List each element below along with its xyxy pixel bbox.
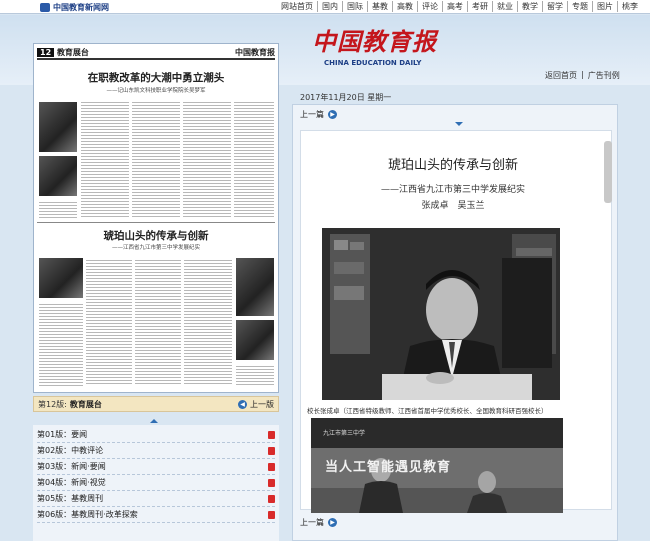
preview-photo-5: [236, 320, 274, 360]
page-list-item[interactable]: 第02版：中教评论: [37, 443, 275, 459]
header-links: 返回首页 | 广告刊例: [545, 70, 620, 81]
page-list-item[interactable]: 第03版：新闻·要闻: [37, 459, 275, 475]
article-authors: 张成卓 吴玉兰: [421, 201, 485, 211]
issue-date: 2017年11月20日 星期一: [300, 93, 392, 102]
nav-item[interactable]: 桃李: [617, 1, 642, 12]
nav-item[interactable]: 基教: [367, 1, 392, 12]
preview-text-block: [132, 100, 180, 218]
principal-photo: [322, 228, 560, 400]
event-logo-text: 九江市第三中学: [323, 430, 366, 437]
ads-link[interactable]: 广告刊例: [588, 70, 620, 81]
nav-item[interactable]: 留学: [542, 1, 567, 12]
pdf-icon[interactable]: [268, 430, 275, 439]
arrow-right-icon: ▶: [328, 518, 337, 527]
newspaper-page-header: 12 教育展台 中国教育报: [37, 46, 275, 60]
preview-text-block: [234, 100, 274, 218]
preview-text-block: [81, 100, 129, 218]
preview-text-block: [39, 302, 83, 386]
preview-subhead-2: ——江西省九江市第三中学发展纪实: [111, 245, 200, 251]
top-nav-bar: 中国教育新闻网 网站首页 国内 国际 基教 高教 评论 高考 考研 就业 教学 留学 专题 图片 桃李: [0, 0, 650, 14]
preview-headline-2[interactable]: 琥珀山头的传承与创新: [37, 228, 275, 243]
site-name: 中国教育新闻网: [53, 1, 109, 12]
nav-item[interactable]: 评论: [417, 1, 442, 12]
current-page-bar: 第12版: 教育展台 ◀ 上一版: [33, 396, 279, 412]
page-list-item[interactable]: 第05版：基教周刊: [37, 491, 275, 507]
preview-text-block: [236, 364, 274, 386]
nav-item[interactable]: 国际: [342, 1, 367, 12]
preview-headline-1[interactable]: 在职教改革的大潮中勇立潮头: [37, 70, 275, 85]
page-number-label: 12 教育展台: [37, 47, 89, 58]
page-list-label: 第04版：新闻·视觉: [37, 478, 106, 487]
preview-text-block: [184, 258, 232, 386]
event-banner-text: 当人工智能遇见教育: [325, 460, 452, 475]
principal-photo-image: [322, 228, 560, 400]
event-photo: 九江市第三中学 当人工智能遇见教育: [311, 418, 563, 513]
site-logo[interactable]: 中国教育新闻网: [40, 2, 109, 12]
masthead-title: 中国教育报: [312, 27, 437, 56]
masthead: 中国教育报 CHINA EDUCATION DAILY: [312, 22, 442, 72]
prev-page-button[interactable]: ◀ 上一版: [238, 399, 274, 410]
arrow-right-icon: ▶: [328, 110, 337, 119]
preview-photo-4: [236, 258, 274, 316]
pdf-icon[interactable]: [268, 446, 275, 455]
page-list-label: 第05版：基教周刊: [37, 494, 104, 503]
preview-text-block: [39, 200, 77, 218]
arrow-left-icon: ◀: [238, 399, 247, 409]
pdf-icon[interactable]: [268, 510, 275, 519]
preview-photo-1: [39, 102, 77, 152]
article-subtitle: ——江西省九江市第三中学发展纪实: [380, 185, 525, 195]
preview-photo-3: [39, 258, 83, 298]
article-title: 琥珀山头的传承与创新: [387, 158, 518, 173]
nav-item[interactable]: 就业: [492, 1, 517, 12]
scroll-up-icon[interactable]: [150, 419, 158, 423]
scroll-down-icon[interactable]: [455, 122, 463, 126]
preview-text-block: [183, 100, 231, 218]
preview-subhead-1: ——记山东凯文科技职业学院院长吴梦军: [106, 88, 206, 94]
photo-caption: 校长张成卓（江西省特级教师、江西省首届中学优秀校长、全国教育科研百强校长）: [307, 407, 548, 415]
preview-photo-2: [39, 156, 77, 196]
channel-nav: 网站首页 国内 国际 基教 高教 评论 高考 考研 就业 教学 留学 专题 图片 桃李: [277, 1, 642, 12]
prev-page-label: 上一版: [250, 399, 274, 409]
current-page-number: 第12版:: [38, 399, 67, 409]
page-list-label: 第02版：中教评论: [37, 446, 104, 455]
page-list-item[interactable]: 第06版：基教周刊·改革探索: [37, 507, 275, 523]
current-page-name: 教育展台: [69, 399, 102, 409]
nav-item[interactable]: 高教: [392, 1, 417, 12]
pdf-icon[interactable]: [268, 462, 275, 471]
page-list-item[interactable]: 第01版：要闻: [37, 427, 275, 443]
page-list-item[interactable]: 第04版：新闻·视觉: [37, 475, 275, 491]
nav-item[interactable]: 国内: [317, 1, 342, 12]
site-logo-icon: [40, 2, 50, 12]
page-name: 教育展台: [56, 48, 89, 57]
page-list-label: 第06版：基教周刊·改革探索: [37, 510, 138, 519]
pdf-icon[interactable]: [268, 478, 275, 487]
home-link[interactable]: 返回首页: [545, 70, 577, 81]
link-separator: |: [581, 70, 584, 79]
prev-article-button-bottom[interactable]: 上一篇 ▶: [300, 517, 337, 528]
page-number: 12: [37, 48, 55, 57]
nav-item[interactable]: 网站首页: [277, 1, 317, 12]
nav-item[interactable]: 教学: [517, 1, 542, 12]
pdf-icon[interactable]: [268, 494, 275, 503]
nav-item[interactable]: 图片: [592, 1, 617, 12]
prev-article-label: 上一篇: [300, 518, 324, 527]
nav-item[interactable]: 考研: [467, 1, 492, 12]
nav-item[interactable]: 专题: [567, 1, 592, 12]
paper-name: 中国教育报: [235, 47, 275, 57]
preview-text-block: [86, 258, 132, 386]
page-list-label: 第03版：新闻·要闻: [37, 462, 106, 471]
preview-divider: [37, 222, 275, 223]
page-list-label: 第01版：要闻: [37, 430, 88, 439]
nav-item[interactable]: 高考: [442, 1, 467, 12]
prev-article-label: 上一篇: [300, 110, 324, 119]
preview-text-block: [135, 258, 181, 386]
prev-article-button-top[interactable]: 上一篇 ▶: [300, 109, 337, 120]
masthead-english: CHINA EDUCATION DAILY: [324, 59, 422, 67]
